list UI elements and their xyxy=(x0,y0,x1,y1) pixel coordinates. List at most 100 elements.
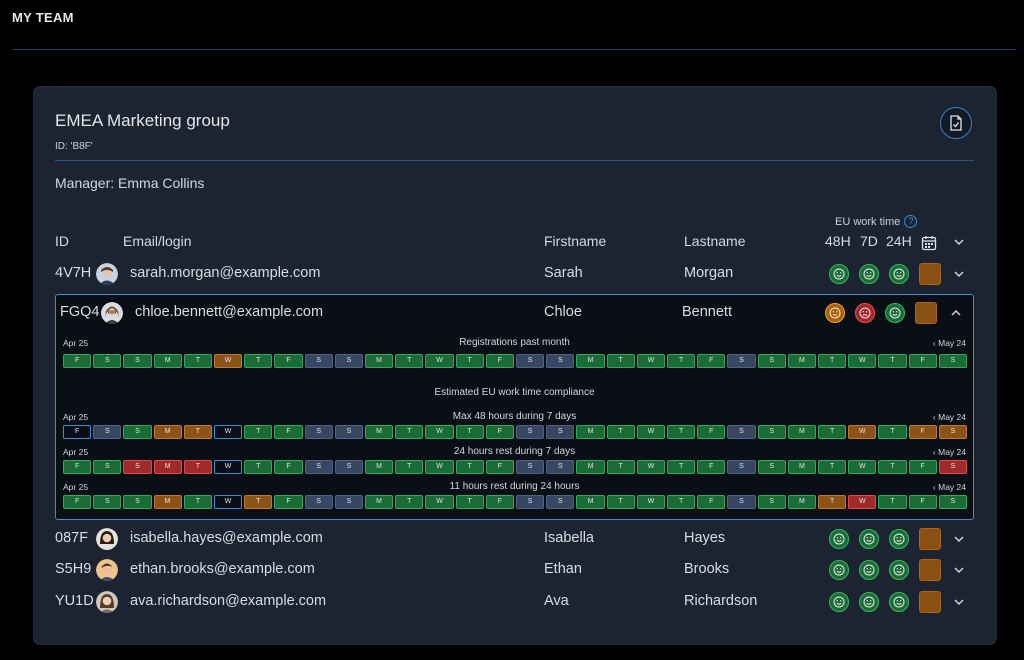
day-cell[interactable]: S xyxy=(334,425,363,439)
day-cell[interactable]: T xyxy=(878,495,907,509)
chevron-down-icon[interactable] xyxy=(952,565,966,575)
day-cell[interactable]: M xyxy=(787,460,816,474)
day-cell[interactable]: S xyxy=(727,425,756,439)
day-cell[interactable]: T xyxy=(395,354,424,368)
day-cell[interactable]: F xyxy=(274,495,303,509)
day-cell[interactable]: F xyxy=(63,460,92,474)
day-cell[interactable]: T xyxy=(455,425,484,439)
day-cell[interactable]: F xyxy=(908,354,937,368)
day-cell[interactable]: T xyxy=(818,460,847,474)
table-row[interactable]: 087F isabella.hayes@example.com Isabella… xyxy=(55,526,974,554)
day-cell[interactable]: S xyxy=(757,495,786,509)
day-cell[interactable]: T xyxy=(818,425,847,439)
day-cell[interactable]: S xyxy=(304,354,333,368)
day-cell[interactable]: T xyxy=(183,460,212,474)
day-cell[interactable]: M xyxy=(576,460,605,474)
day-cell[interactable]: F xyxy=(908,460,937,474)
day-cell[interactable]: T xyxy=(244,354,273,368)
day-cell[interactable]: M xyxy=(153,425,182,439)
day-cell[interactable]: W xyxy=(425,460,454,474)
day-cell[interactable]: T xyxy=(244,460,273,474)
day-cell[interactable]: F xyxy=(908,425,937,439)
day-cell[interactable]: T xyxy=(818,354,847,368)
day-cell[interactable]: S xyxy=(727,460,756,474)
day-cell[interactable]: T xyxy=(606,425,635,439)
day-cell[interactable]: M xyxy=(365,495,394,509)
day-cell[interactable]: S xyxy=(93,495,122,509)
export-report-button[interactable] xyxy=(940,107,972,139)
day-cell[interactable]: M xyxy=(153,495,182,509)
day-cell[interactable]: F xyxy=(485,425,514,439)
day-cell[interactable]: T xyxy=(183,495,212,509)
day-cell[interactable]: M xyxy=(153,460,182,474)
day-cell[interactable]: F xyxy=(274,354,303,368)
day-cell[interactable]: W xyxy=(425,495,454,509)
day-cell[interactable]: T xyxy=(667,354,696,368)
day-cell[interactable]: S xyxy=(757,425,786,439)
strip-end-date[interactable]: ‹ May 24 xyxy=(933,482,966,492)
day-cell[interactable]: W xyxy=(636,460,665,474)
day-cell[interactable]: T xyxy=(244,425,273,439)
day-cell[interactable]: M xyxy=(365,460,394,474)
table-row[interactable]: 4V7H sarah.morgan@example.com Sarah Morg… xyxy=(55,261,974,289)
day-cell[interactable]: M xyxy=(365,354,394,368)
day-cell[interactable]: S xyxy=(123,425,152,439)
column-header-id[interactable]: ID xyxy=(55,233,69,249)
day-cell[interactable]: F xyxy=(697,354,726,368)
day-cell[interactable]: S xyxy=(334,354,363,368)
day-cell[interactable]: S xyxy=(938,425,967,439)
day-cell[interactable]: T xyxy=(455,354,484,368)
day-cell[interactable]: F xyxy=(274,425,303,439)
day-cell[interactable]: W xyxy=(848,425,877,439)
day-cell[interactable]: F xyxy=(697,425,726,439)
day-cell[interactable]: F xyxy=(697,495,726,509)
column-header-firstname[interactable]: Firstname xyxy=(544,233,606,249)
day-cell[interactable]: S xyxy=(938,354,967,368)
chevron-down-icon[interactable] xyxy=(952,534,966,544)
strip-end-date[interactable]: ‹ May 24 xyxy=(933,412,966,422)
day-cell[interactable]: F xyxy=(63,495,92,509)
day-cell[interactable]: S xyxy=(123,354,152,368)
day-cell[interactable]: S xyxy=(93,354,122,368)
day-cell[interactable]: T xyxy=(667,495,696,509)
day-cell[interactable]: S xyxy=(93,460,122,474)
day-cell[interactable]: S xyxy=(757,354,786,368)
day-cell[interactable]: W xyxy=(636,495,665,509)
day-cell[interactable]: W xyxy=(848,495,877,509)
day-cell[interactable]: W xyxy=(848,354,877,368)
day-cell[interactable]: T xyxy=(878,354,907,368)
day-cell[interactable]: S xyxy=(757,460,786,474)
day-cell[interactable]: M xyxy=(787,495,816,509)
day-cell[interactable]: S xyxy=(304,460,333,474)
day-cell[interactable]: W xyxy=(636,425,665,439)
day-cell[interactable]: M xyxy=(576,495,605,509)
day-cell[interactable]: F xyxy=(485,495,514,509)
chevron-up-icon[interactable] xyxy=(949,308,963,318)
day-cell[interactable]: M xyxy=(787,354,816,368)
calendar-icon[interactable] xyxy=(921,235,937,251)
day-cell[interactable]: M xyxy=(153,354,182,368)
day-cell[interactable]: W xyxy=(214,495,243,509)
day-cell[interactable]: W xyxy=(848,460,877,474)
day-cell[interactable]: S xyxy=(334,460,363,474)
day-cell[interactable]: T xyxy=(818,495,847,509)
day-cell[interactable]: S xyxy=(546,460,575,474)
day-cell[interactable]: T xyxy=(455,460,484,474)
day-cell[interactable]: F xyxy=(63,425,92,439)
chevron-down-icon[interactable] xyxy=(952,237,966,247)
day-cell[interactable]: S xyxy=(516,495,545,509)
day-cell[interactable]: F xyxy=(485,354,514,368)
day-cell[interactable]: T xyxy=(395,495,424,509)
day-cell[interactable]: S xyxy=(123,495,152,509)
day-cell[interactable]: S xyxy=(304,425,333,439)
day-cell[interactable]: S xyxy=(727,495,756,509)
day-cell[interactable]: W xyxy=(214,354,243,368)
day-cell[interactable]: T xyxy=(183,425,212,439)
day-cell[interactable]: T xyxy=(878,425,907,439)
day-cell[interactable]: F xyxy=(697,460,726,474)
day-cell[interactable]: T xyxy=(667,425,696,439)
day-cell[interactable]: S xyxy=(546,425,575,439)
day-cell[interactable]: T xyxy=(395,425,424,439)
day-cell[interactable]: W xyxy=(214,425,243,439)
day-cell[interactable]: T xyxy=(667,460,696,474)
